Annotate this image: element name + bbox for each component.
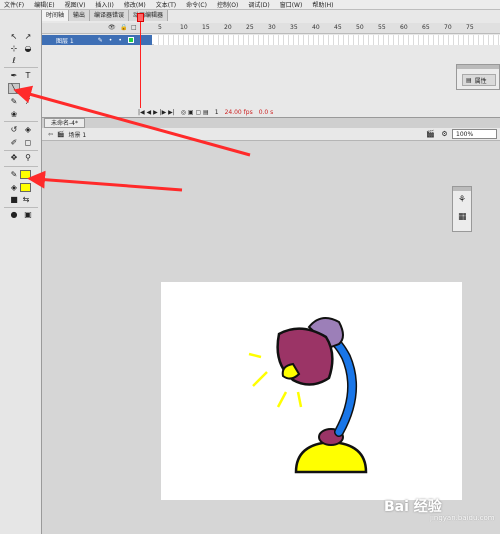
- annotation-arrows: [13, 85, 251, 192]
- baidu-watermark-logo: Bai 经验: [384, 499, 442, 515]
- arrow-to-color-swatch: [27, 170, 183, 192]
- arrow-to-line-tool: [13, 85, 251, 157]
- baidu-watermark-url: jingyan.baidu.com: [430, 514, 495, 522]
